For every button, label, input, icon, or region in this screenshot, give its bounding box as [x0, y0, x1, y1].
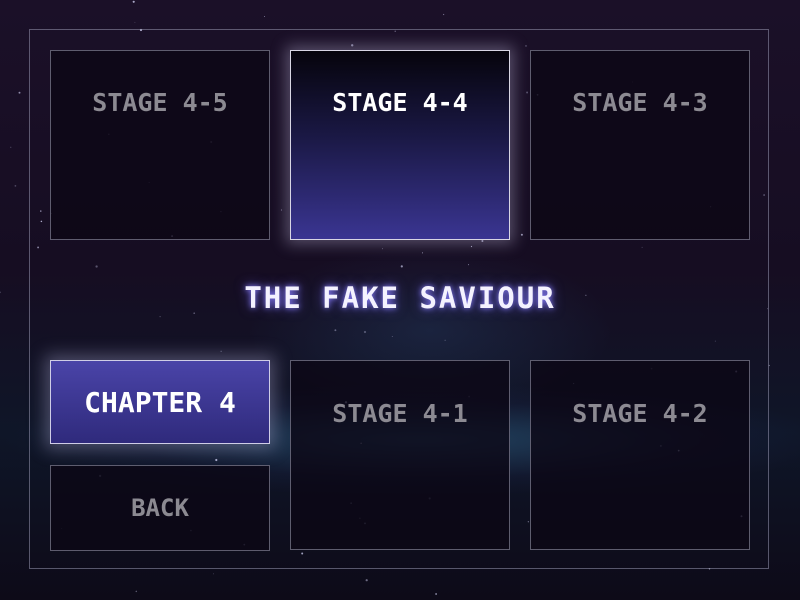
star: [264, 16, 265, 17]
back-button[interactable]: BACK: [50, 465, 270, 551]
stage-tile-4-2[interactable]: STAGE 4-2: [530, 360, 750, 550]
star: [134, 21, 136, 23]
star: [435, 593, 438, 595]
stage-tile-4-4[interactable]: STAGE 4-4: [290, 50, 510, 240]
chapter-button-label: CHAPTER 4: [84, 385, 236, 419]
stage-tile-label: STAGE 4-3: [572, 88, 708, 117]
star: [442, 13, 445, 16]
stage-tile-4-1[interactable]: STAGE 4-1: [290, 360, 510, 550]
star: [10, 146, 12, 148]
back-button-label: BACK: [131, 494, 189, 522]
star: [135, 590, 138, 593]
star: [14, 185, 17, 187]
chapter-title: THE FAKE SAVIOUR: [244, 281, 556, 315]
stage-tile-label: STAGE 4-5: [92, 88, 228, 117]
star: [18, 91, 21, 94]
star: [212, 573, 214, 575]
chapter-button[interactable]: CHAPTER 4: [50, 360, 270, 444]
stage-tile-4-3[interactable]: STAGE 4-3: [530, 50, 750, 240]
stage-tile-label: STAGE 4-4: [332, 88, 468, 117]
star: [132, 0, 135, 3]
stage-tile-label: STAGE 4-2: [572, 399, 708, 428]
stage-tile-label: STAGE 4-1: [332, 399, 468, 428]
star: [365, 579, 368, 582]
stage-select-screen: STAGE 4-5 STAGE 4-4 STAGE 4-3 THE FAKE S…: [0, 0, 800, 600]
stage-tile-4-5[interactable]: STAGE 4-5: [50, 50, 270, 240]
